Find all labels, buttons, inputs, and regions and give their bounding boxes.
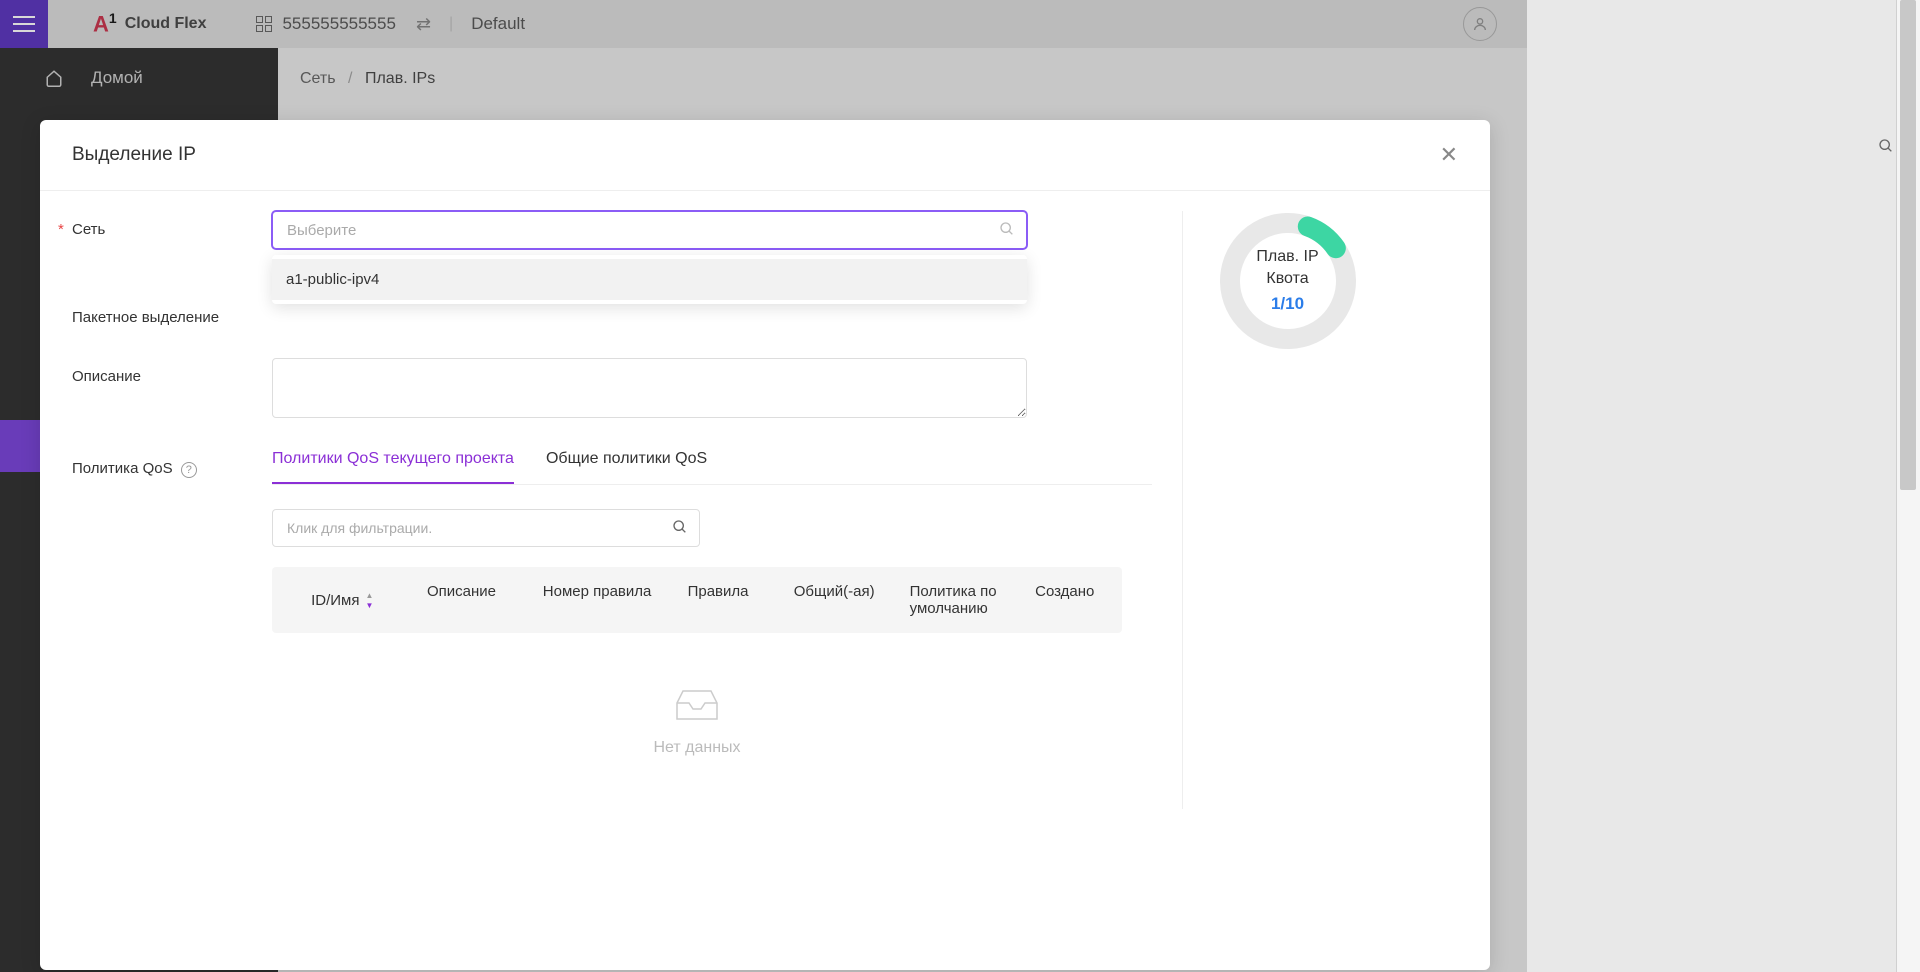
th-description[interactable]: Описание [427, 583, 543, 617]
quota-label-1: Плав. IP [1256, 248, 1318, 266]
quota-center: Плав. IP Квота 1/10 [1256, 248, 1318, 314]
search-icon [999, 221, 1015, 242]
form-area: Сеть a1-public-ipv4 Пакетное выделение О… [72, 211, 1152, 809]
th-rules[interactable]: Правила [688, 583, 794, 617]
filter-input[interactable] [272, 509, 700, 547]
search-icon-small[interactable] [1878, 138, 1894, 159]
network-select[interactable] [272, 211, 1027, 249]
form-row-network: Сеть a1-public-ipv4 [72, 211, 1152, 249]
qos-section: Политики QoS текущего проекта Общие поли… [272, 450, 1152, 777]
filter-wrapper [272, 509, 700, 547]
no-data-text: Нет данных [272, 739, 1122, 757]
th-rule-number[interactable]: Номер правила [543, 583, 688, 617]
quota-donut-chart: Плав. IP Квота 1/10 [1218, 211, 1358, 351]
description-textarea[interactable] [272, 358, 1027, 418]
scrollbar-thumb[interactable] [1900, 0, 1916, 490]
th-shared[interactable]: Общий(-ая) [794, 583, 910, 617]
modal-title: Выделение IP [72, 144, 196, 166]
th-default-policy[interactable]: Политика по умолчанию [910, 583, 1036, 617]
quota-panel: Плав. IP Квота 1/10 [1182, 211, 1352, 809]
allocate-ip-modal: Выделение IP ✕ Сеть a1-public-ipv4 П [40, 120, 1490, 970]
table-header-row: ID/Имя ▲▼ Описание Номер правила Правила… [272, 567, 1122, 633]
quota-label-2: Квота [1256, 270, 1318, 288]
tab-current-project-policies[interactable]: Политики QoS текущего проекта [272, 450, 514, 484]
no-data-placeholder: Нет данных [272, 633, 1122, 777]
label-network: Сеть [72, 211, 272, 238]
qos-tabs: Политики QoS текущего проекта Общие поли… [272, 450, 1152, 485]
th-id-name[interactable]: ID/Имя ▲▼ [311, 583, 427, 617]
th-created[interactable]: Создано [1035, 583, 1122, 617]
modal-close-button[interactable]: ✕ [1440, 142, 1458, 168]
tab-shared-policies[interactable]: Общие политики QoS [546, 450, 707, 484]
search-icon[interactable] [672, 519, 688, 540]
th-checkbox [272, 583, 311, 617]
label-qos: Политика QoS ? [72, 450, 272, 478]
modal-body: Сеть a1-public-ipv4 Пакетное выделение О… [40, 191, 1490, 829]
help-icon[interactable]: ? [181, 462, 197, 478]
network-select-wrapper: a1-public-ipv4 [272, 211, 1027, 249]
form-row-qos: Политика QoS ? Политики QoS текущего про… [72, 450, 1152, 777]
label-batch: Пакетное выделение [72, 299, 272, 326]
quota-value: 1/10 [1256, 294, 1318, 314]
network-dropdown: a1-public-ipv4 [272, 255, 1027, 304]
dropdown-option[interactable]: a1-public-ipv4 [272, 259, 1027, 300]
form-row-description: Описание [72, 358, 1152, 418]
label-description: Описание [72, 358, 272, 385]
modal-header: Выделение IP ✕ [40, 120, 1490, 191]
qos-policy-table: ID/Имя ▲▼ Описание Номер правила Правила… [272, 567, 1122, 777]
sort-icon[interactable]: ▲▼ [365, 591, 373, 610]
inbox-icon [669, 683, 725, 723]
browser-scrollbar[interactable] [1896, 0, 1920, 972]
